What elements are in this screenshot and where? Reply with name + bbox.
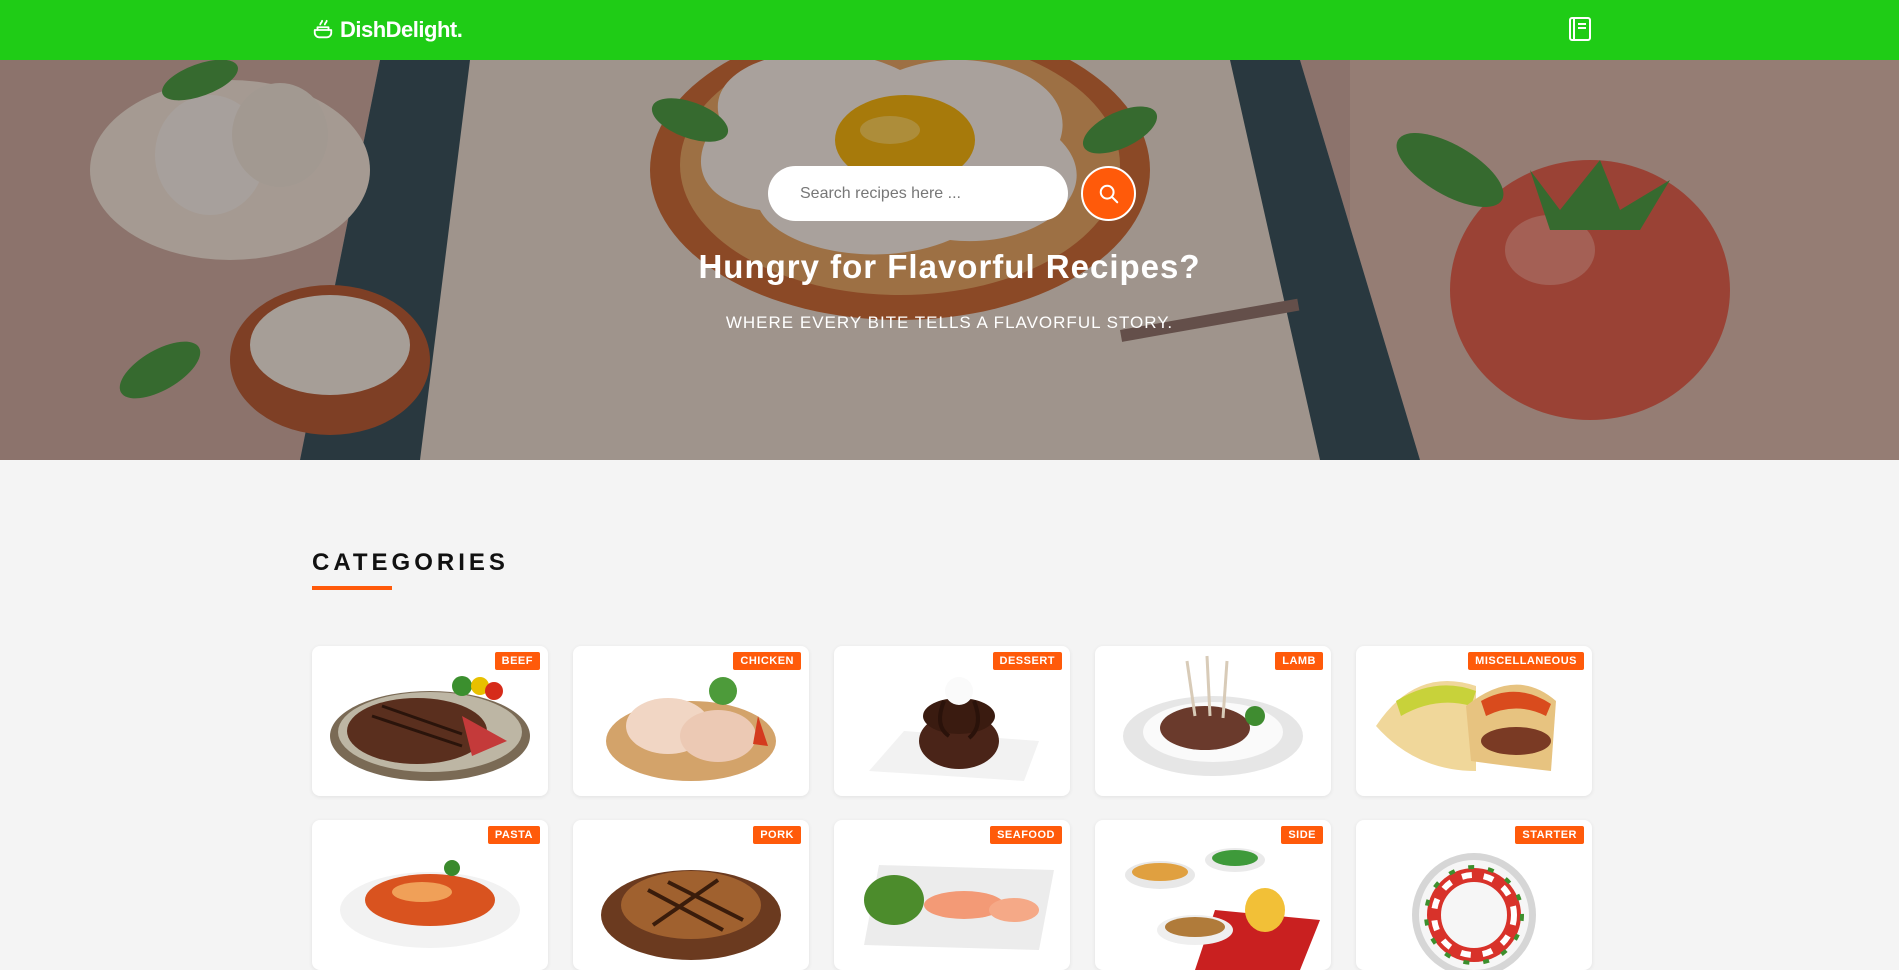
recipe-book-icon[interactable]	[1568, 16, 1592, 42]
category-badge: SEAFOOD	[990, 826, 1062, 844]
recipe-pot-icon	[313, 19, 333, 39]
category-card-pork[interactable]: PORK	[573, 820, 809, 970]
category-badge: BEEF	[494, 652, 540, 670]
brand-name: DishDelight.	[340, 17, 463, 42]
category-badge: SIDE	[1281, 826, 1323, 844]
category-card-chicken[interactable]: CHICKEN	[573, 646, 809, 796]
heading-underline	[312, 586, 392, 590]
category-badge: PASTA	[487, 826, 540, 844]
category-card-beef[interactable]: BEEF	[312, 646, 548, 796]
search-input[interactable]	[768, 166, 1068, 221]
category-card-starter[interactable]: STARTER	[1356, 820, 1592, 970]
category-card-lamb[interactable]: LAMB	[1095, 646, 1331, 796]
category-card-miscellaneous[interactable]: MISCELLANEOUS	[1356, 646, 1592, 796]
categories-grid: BEEF CHICKEN DESSERT LAMB MISCELLANEOUS …	[312, 646, 1592, 970]
category-card-dessert[interactable]: DESSERT	[834, 646, 1070, 796]
brand-logo[interactable]: DishDelight.	[312, 17, 463, 43]
category-card-pasta[interactable]: PASTA	[312, 820, 548, 970]
hero-title: Hungry for Flavorful Recipes?	[698, 248, 1201, 285]
hero-subtitle: WHERE EVERY BITE TELLS A FLAVORFUL STORY…	[725, 313, 1174, 332]
navbar: DishDelight.	[0, 0, 1899, 60]
category-badge: LAMB	[1275, 652, 1323, 670]
hero-banner: Hungry for Flavorful Recipes? WHERE EVER…	[0, 60, 1899, 460]
categories-heading: CATEGORIES	[312, 549, 509, 576]
category-badge: CHICKEN	[733, 652, 801, 670]
search-icon	[1099, 184, 1119, 204]
search-button[interactable]	[1081, 166, 1136, 221]
category-badge: DESSERT	[992, 652, 1062, 670]
category-badge: MISCELLANEOUS	[1468, 652, 1584, 670]
category-card-side[interactable]: SIDE	[1095, 820, 1331, 970]
category-card-seafood[interactable]: SEAFOOD	[834, 820, 1070, 970]
category-badge: PORK	[753, 826, 801, 844]
category-badge: STARTER	[1515, 826, 1584, 844]
